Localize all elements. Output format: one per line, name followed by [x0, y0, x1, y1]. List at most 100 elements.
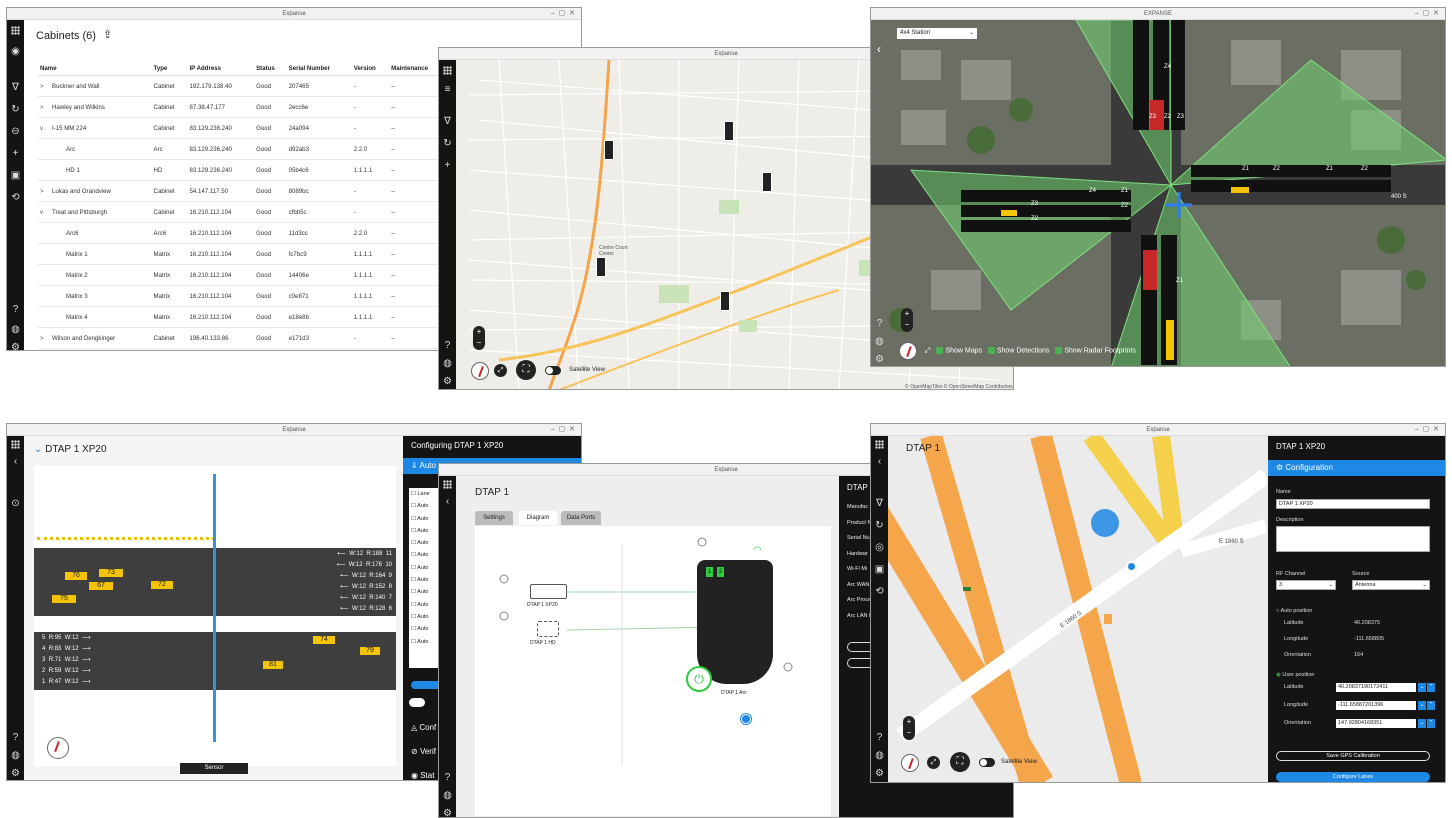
- rf-channel-select[interactable]: 3 ⌄: [1276, 580, 1336, 590]
- expand-toggle-icon[interactable]: >: [40, 335, 52, 342]
- help-icon[interactable]: ?: [439, 340, 456, 352]
- source-select[interactable]: Antenna ⌄: [1352, 580, 1430, 590]
- stepper-icon[interactable]: ⌃: [1427, 683, 1435, 692]
- add-icon[interactable]: +: [439, 160, 456, 172]
- description-field[interactable]: [1276, 526, 1430, 552]
- port-1[interactable]: 1: [706, 567, 713, 577]
- station-dropdown[interactable]: 4x4 Station ⌄: [897, 28, 977, 39]
- notifications-icon[interactable]: ◍: [7, 750, 24, 762]
- show-detections-checkbox[interactable]: [987, 347, 995, 354]
- help-icon[interactable]: ?: [871, 732, 888, 744]
- refresh-icon[interactable]: ↻: [871, 520, 888, 532]
- user-icon[interactable]: ◍: [871, 750, 888, 762]
- column-header[interactable]: Serial Number: [286, 62, 352, 76]
- position-input[interactable]: 147.92804168351: [1336, 719, 1416, 728]
- compass-icon[interactable]: [901, 754, 919, 772]
- position-input[interactable]: -111.65887201396: [1336, 701, 1416, 710]
- table-row[interactable]: > Buckner and Wall Cabinet 192.179.138.40 Go…: [38, 75, 448, 97]
- compass-icon[interactable]: [471, 362, 489, 380]
- add-icon[interactable]: +: [7, 148, 24, 160]
- more-icon[interactable]: ⊙: [7, 498, 24, 510]
- compass-icon[interactable]: [47, 737, 69, 759]
- filter-icon[interactable]: ∇: [439, 116, 456, 128]
- table-row[interactable]: Arc6 Arc6 16.210.112.104 Good 11d3cc 2.2.0 --: [38, 222, 448, 244]
- stepper-icon[interactable]: ⌄: [1418, 719, 1426, 728]
- history-icon[interactable]: ⟲: [871, 586, 888, 598]
- expand-icon[interactable]: ⤢: [925, 347, 931, 354]
- zoom-control[interactable]: + −: [901, 308, 913, 332]
- lane-row[interactable]: ⟵ W:12 R:164 9: [340, 572, 392, 579]
- help-icon[interactable]: ?: [871, 318, 888, 330]
- zoom-control[interactable]: + −: [903, 716, 915, 740]
- lane-row[interactable]: ⟵ W:12 R:152 8: [340, 583, 392, 590]
- table-row[interactable]: HD 1 HD 83.129.236.240 Good 05b4c6 1.1.1.1 --: [38, 159, 448, 181]
- zoom-control[interactable]: + −: [473, 326, 485, 350]
- settings-gear-icon[interactable]: ⚙: [439, 376, 456, 388]
- stepper-icon[interactable]: ⌄: [1418, 701, 1426, 710]
- satellite-toggle[interactable]: [979, 758, 995, 767]
- cabinet-marker[interactable]: [720, 291, 730, 311]
- compass-icon[interactable]: [899, 342, 917, 360]
- show-radar-checkbox[interactable]: [1055, 347, 1063, 354]
- table-row[interactable]: Matrix 4 Matrix 16.210.112.104 Good e18e8b 1.…: [38, 306, 448, 328]
- table-row[interactable]: v I-15 MM 224 Cabinet 83.129.236.240 Good 24a…: [38, 117, 448, 139]
- remove-icon[interactable]: ⊖: [7, 126, 24, 138]
- hd-node[interactable]: [537, 621, 559, 637]
- history-icon[interactable]: ⟲: [7, 192, 24, 204]
- column-header[interactable]: Type: [151, 62, 188, 76]
- table-row[interactable]: v Treat and Pittsburgh Cabinet 16.210.112.1…: [38, 201, 448, 223]
- window-controls[interactable]: – ▢ ✕: [551, 424, 575, 436]
- back-icon[interactable]: ‹: [7, 456, 24, 468]
- xp20-node[interactable]: [530, 584, 567, 599]
- expand-icon[interactable]: ⤢: [494, 364, 507, 377]
- lane-row[interactable]: 2 R:59 W:12 ⟶: [42, 667, 91, 674]
- settings-gear-icon[interactable]: ⚙: [7, 342, 24, 350]
- column-header[interactable]: Name: [38, 62, 152, 76]
- expand-toggle-icon[interactable]: v: [40, 125, 52, 132]
- stepper-icon[interactable]: ⌃: [1427, 719, 1435, 728]
- name-field[interactable]: DTAP 1 XP20: [1276, 499, 1430, 509]
- locate-icon[interactable]: ◎: [871, 542, 888, 554]
- help-icon[interactable]: ?: [7, 304, 24, 316]
- apps-grid-icon[interactable]: [439, 66, 456, 79]
- auto-position-radio[interactable]: ○ Auto position: [1276, 608, 1312, 614]
- cabinet-marker[interactable]: [724, 121, 734, 141]
- lane-row[interactable]: ⟵ W:12 R:140 7: [340, 594, 392, 601]
- user-icon[interactable]: ◍: [7, 324, 24, 336]
- configure-lanes-button[interactable]: Configure Lanes: [1276, 772, 1430, 782]
- expand-toggle-icon[interactable]: >: [40, 188, 52, 195]
- lane-row[interactable]: 4 R:83 W:12 ⟶: [42, 645, 91, 652]
- table-row[interactable]: > Hawley and Wilkins Cabinet 87.38.47.177 Go…: [38, 96, 448, 118]
- save-icon[interactable]: ▣: [871, 564, 888, 576]
- table-row[interactable]: Matrix 3 Matrix 16.210.112.104 Good c0e871 1.…: [38, 285, 448, 307]
- apps-grid-icon[interactable]: [7, 26, 24, 39]
- settings-gear-icon[interactable]: ⚙: [7, 768, 24, 780]
- lane-row[interactable]: 3 R:71 W:12 ⟶: [42, 656, 91, 663]
- cabinet-marker[interactable]: [762, 172, 772, 192]
- window-controls[interactable]: – ▢ ✕: [551, 8, 575, 20]
- arc-device[interactable]: [697, 560, 773, 684]
- show-maps-checkbox[interactable]: [936, 347, 944, 354]
- stepper-icon[interactable]: ⌄: [1418, 683, 1426, 692]
- expand-icon[interactable]: ⤢: [927, 756, 940, 769]
- window-controls[interactable]: – ▢ ✕: [1415, 424, 1439, 436]
- lane-row[interactable]: 5 R:95 W:12 ⟶: [42, 634, 91, 641]
- column-header[interactable]: IP Address: [187, 62, 255, 76]
- refresh-icon[interactable]: ↻: [7, 104, 24, 116]
- share-icon[interactable]: ⇪: [103, 28, 112, 41]
- settings-gear-icon[interactable]: ⚙: [871, 354, 888, 366]
- filter-icon[interactable]: ∇: [871, 498, 888, 510]
- satellite-toggle[interactable]: [545, 366, 561, 375]
- cabinet-marker[interactable]: [604, 140, 614, 160]
- table-row[interactable]: Arc Arc 83.129.236.240 Good d92ab3 2.2.0 --: [38, 138, 448, 160]
- lane-row[interactable]: 1 R:47 W:12 ⟶: [42, 678, 91, 685]
- table-row[interactable]: Matrix 1 Matrix 16.210.112.104 Good fc7bc9 1.…: [38, 243, 448, 265]
- user-icon[interactable]: ◍: [871, 336, 888, 348]
- settings-gear-icon[interactable]: ⚙: [871, 768, 888, 780]
- locate-button-icon[interactable]: ⛶: [950, 752, 970, 772]
- lane-row[interactable]: ⟵ W:12 R:188 11: [337, 550, 392, 557]
- expand-toggle-icon[interactable]: >: [40, 83, 52, 90]
- user-icon[interactable]: ◍: [439, 358, 456, 370]
- list-icon[interactable]: ≡: [439, 84, 456, 96]
- table-row[interactable]: Matrix 2 Matrix 16.210.112.104 Good 14406e 1.…: [38, 264, 448, 286]
